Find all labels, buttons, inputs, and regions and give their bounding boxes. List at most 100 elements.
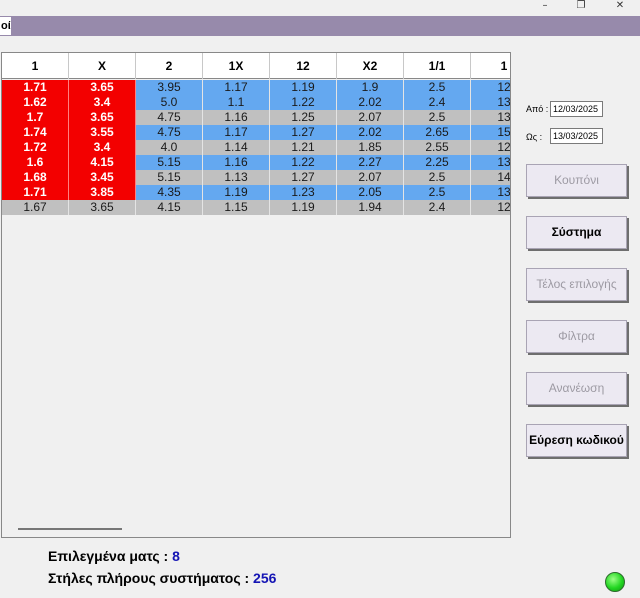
odds-cell[interactable]: 1.16	[203, 110, 270, 125]
from-date-field[interactable]: 12/03/2025	[550, 101, 603, 117]
odds-cell[interactable]: 13	[471, 110, 510, 125]
odds-cell[interactable]: 2.5	[404, 185, 471, 200]
odds-cell[interactable]: 1.23	[270, 185, 337, 200]
odds-cell[interactable]: 12	[471, 200, 510, 215]
odds-grid[interactable]: 1 X 2 1X 12 X2 1/1 1 1.71 3.65 3.95 1.17 1.19 1.9 2.5…	[1, 52, 511, 538]
odds-cell[interactable]: 1.16	[203, 155, 270, 170]
odds-cell[interactable]: 2.5	[404, 110, 471, 125]
system-button[interactable]: Σύστημα	[526, 216, 627, 249]
odds-cell[interactable]: 3.95	[136, 80, 203, 95]
odds-cell[interactable]: 3.65	[69, 200, 136, 215]
odds-cell[interactable]: 1.19	[270, 200, 337, 215]
table-row[interactable]: 1.71 3.65 3.95 1.17 1.19 1.9 2.5 12	[2, 80, 510, 95]
odds-cell[interactable]: 4.0	[136, 140, 203, 155]
odds-cell[interactable]: 13	[471, 95, 510, 110]
odds-cell[interactable]: 1.17	[203, 125, 270, 140]
odds-cell[interactable]: 1.9	[337, 80, 404, 95]
selected-odds-cell[interactable]: 1.74	[2, 125, 69, 140]
close-icon[interactable]: ✕	[602, 0, 638, 12]
column-header[interactable]: X	[69, 53, 136, 79]
selected-odds-cell[interactable]: 3.4	[69, 95, 136, 110]
horizontal-scrollbar[interactable]	[3, 521, 510, 537]
odds-cell[interactable]: 13	[471, 155, 510, 170]
selected-odds-cell[interactable]: 1.68	[2, 170, 69, 185]
odds-cell[interactable]: 5.15	[136, 155, 203, 170]
table-row[interactable]: 1.7 3.65 4.75 1.16 1.25 2.07 2.5 13	[2, 110, 510, 125]
column-header[interactable]: 1/1	[404, 53, 471, 79]
odds-cell[interactable]: 2.5	[404, 80, 471, 95]
odds-cell[interactable]: 2.05	[337, 185, 404, 200]
odds-cell[interactable]: 1.15	[203, 200, 270, 215]
odds-cell[interactable]: 1.1	[203, 95, 270, 110]
odds-cell[interactable]: 1.22	[270, 95, 337, 110]
selected-odds-cell[interactable]: 3.65	[69, 110, 136, 125]
selected-odds-cell[interactable]: 1.7	[2, 110, 69, 125]
odds-cell[interactable]: 2.55	[404, 140, 471, 155]
odds-cell[interactable]: 5.15	[136, 170, 203, 185]
column-header[interactable]: 2	[136, 53, 203, 79]
odds-cell[interactable]: 1.13	[203, 170, 270, 185]
selected-odds-cell[interactable]: 1.62	[2, 95, 69, 110]
selected-odds-cell[interactable]: 3.4	[69, 140, 136, 155]
selected-odds-cell[interactable]: 1.6	[2, 155, 69, 170]
odds-cell[interactable]: 2.65	[404, 125, 471, 140]
odds-cell[interactable]: 1.25	[270, 110, 337, 125]
column-header[interactable]: X2	[337, 53, 404, 79]
odds-cell[interactable]: 4.35	[136, 185, 203, 200]
selected-odds-cell[interactable]: 1.72	[2, 140, 69, 155]
odds-cell[interactable]: 1.19	[270, 80, 337, 95]
odds-cell[interactable]: 1.85	[337, 140, 404, 155]
odds-cell[interactable]: 2.07	[337, 110, 404, 125]
selected-odds-cell[interactable]: 3.85	[69, 185, 136, 200]
end-selection-button[interactable]: Τέλος επιλογής	[526, 268, 627, 301]
odds-cell[interactable]: 2.07	[337, 170, 404, 185]
odds-cell[interactable]: 4.75	[136, 125, 203, 140]
odds-cell[interactable]: 5.0	[136, 95, 203, 110]
odds-cell[interactable]: 12	[471, 140, 510, 155]
odds-cell[interactable]: 2.02	[337, 95, 404, 110]
table-row[interactable]: 1.6 4.15 5.15 1.16 1.22 2.27 2.25 13	[2, 155, 510, 170]
column-header[interactable]: 1	[471, 53, 510, 79]
table-row[interactable]: 1.67 3.65 4.15 1.15 1.19 1.94 2.4 12	[2, 200, 510, 215]
odds-cell[interactable]: 1.21	[270, 140, 337, 155]
column-header[interactable]: 1X	[203, 53, 270, 79]
odds-cell[interactable]: 12	[471, 80, 510, 95]
odds-cell[interactable]: 14	[471, 170, 510, 185]
selected-odds-cell[interactable]: 1.71	[2, 80, 69, 95]
odds-cell[interactable]: 1.19	[203, 185, 270, 200]
odds-cell[interactable]: 1.67	[2, 200, 69, 215]
coupon-button[interactable]: Κουπόνι	[526, 164, 627, 197]
odds-cell[interactable]: 2.5	[404, 170, 471, 185]
odds-cell[interactable]: 2.4	[404, 95, 471, 110]
minimize-icon[interactable]: –	[527, 0, 563, 12]
selected-odds-cell[interactable]: 4.15	[69, 155, 136, 170]
refresh-button[interactable]: Ανανέωση	[526, 372, 627, 405]
table-row[interactable]: 1.71 3.85 4.35 1.19 1.23 2.05 2.5 13	[2, 185, 510, 200]
selected-odds-cell[interactable]: 1.71	[2, 185, 69, 200]
filters-button[interactable]: Φίλτρα	[526, 320, 627, 353]
odds-cell[interactable]: 1.17	[203, 80, 270, 95]
find-code-button[interactable]: Εύρεση κωδικού	[526, 424, 627, 457]
column-header[interactable]: 1	[2, 53, 69, 79]
odds-cell[interactable]: 1.27	[270, 125, 337, 140]
odds-cell[interactable]: 4.15	[136, 200, 203, 215]
restore-icon[interactable]: ❐	[563, 0, 599, 12]
selected-odds-cell[interactable]: 3.55	[69, 125, 136, 140]
odds-cell[interactable]: 2.02	[337, 125, 404, 140]
odds-cell[interactable]: 2.27	[337, 155, 404, 170]
table-row[interactable]: 1.72 3.4 4.0 1.14 1.21 1.85 2.55 12	[2, 140, 510, 155]
table-row[interactable]: 1.68 3.45 5.15 1.13 1.27 2.07 2.5 14	[2, 170, 510, 185]
column-header[interactable]: 12	[270, 53, 337, 79]
odds-cell[interactable]: 1.94	[337, 200, 404, 215]
table-row[interactable]: 1.62 3.4 5.0 1.1 1.22 2.02 2.4 13	[2, 95, 510, 110]
odds-cell[interactable]: 2.4	[404, 200, 471, 215]
table-row[interactable]: 1.74 3.55 4.75 1.17 1.27 2.02 2.65 15	[2, 125, 510, 140]
odds-cell[interactable]: 2.25	[404, 155, 471, 170]
odds-cell[interactable]: 1.27	[270, 170, 337, 185]
odds-cell[interactable]: 13	[471, 185, 510, 200]
odds-cell[interactable]: 4.75	[136, 110, 203, 125]
to-date-field[interactable]: 13/03/2025	[550, 128, 603, 144]
selected-odds-cell[interactable]: 3.45	[69, 170, 136, 185]
menu-tab[interactable]: οί	[0, 17, 11, 35]
odds-cell[interactable]: 1.14	[203, 140, 270, 155]
